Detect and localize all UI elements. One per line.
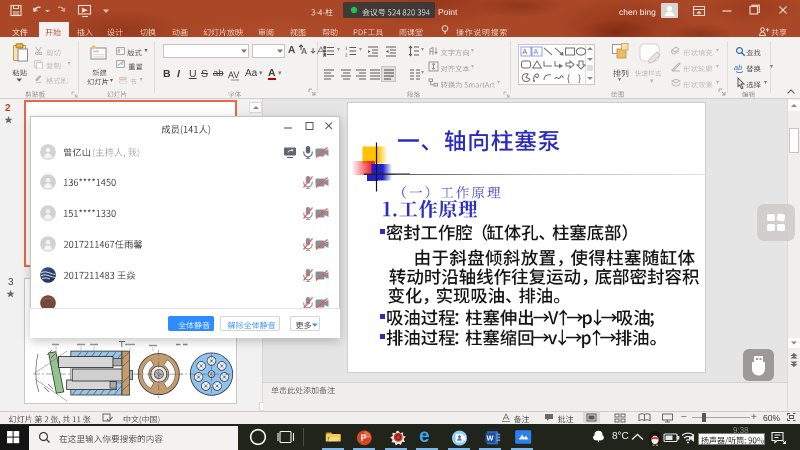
svg-text:1: 1	[345, 46, 348, 51]
svg-text:W: W	[486, 434, 493, 443]
svg-text:A: A	[523, 49, 528, 56]
svg-text:ab: ab	[734, 63, 742, 72]
svg-text:}: }	[578, 73, 581, 83]
svg-text:A: A	[534, 49, 539, 56]
svg-text:AV: AV	[228, 70, 239, 80]
svg-text:2: 2	[345, 53, 348, 58]
svg-text:{: {	[567, 73, 570, 83]
svg-text:P: P	[361, 433, 367, 443]
